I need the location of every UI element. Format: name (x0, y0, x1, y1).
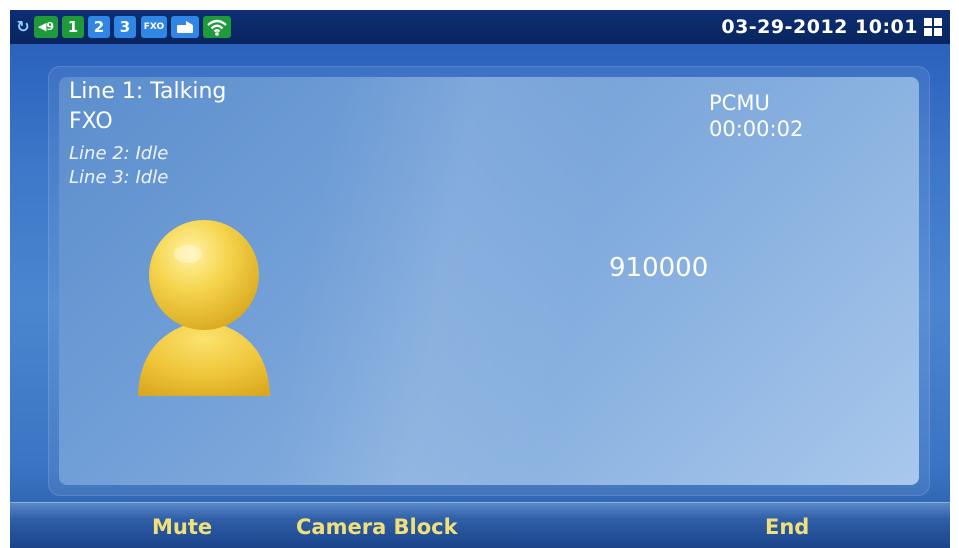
volume-icon: ◀9 (34, 16, 58, 38)
line-3-status: Line 3: Idle (69, 167, 169, 188)
codec-label: PCMU (709, 91, 770, 115)
mute-button[interactable]: Mute (152, 513, 212, 541)
line-3-indicator[interactable]: 3 (114, 16, 136, 38)
sync-icon: ↻ (16, 17, 30, 36)
end-call-button[interactable]: End (765, 513, 809, 541)
call-panel: Line 1: Talking FXO Line 2: Idle Line 3:… (48, 66, 930, 496)
camera-icon (171, 16, 199, 38)
call-panel-content: Line 1: Talking FXO Line 2: Idle Line 3:… (59, 77, 919, 485)
line-2-status: Line 2: Idle (69, 143, 169, 164)
call-duration: 00:00:02 (709, 117, 804, 141)
network-icon (924, 18, 942, 36)
wifi-icon (203, 16, 231, 38)
datetime-display: 03-29-2012 10:01 (721, 16, 918, 38)
fxo-icon: FXO (141, 16, 167, 38)
camera-block-button[interactable]: Camera Block (296, 513, 458, 541)
status-bar: ↻ ◀9 1 2 3 FXO 03-29-2012 10:01 (10, 10, 950, 44)
dialed-number: 910000 (609, 253, 709, 283)
phone-screen: ↻ ◀9 1 2 3 FXO 03-29-2012 10:01 Line 1: … (10, 10, 950, 548)
softkey-bar: Mute Camera Block End (10, 502, 950, 548)
line-1-type: FXO (69, 109, 113, 134)
line-2-indicator[interactable]: 2 (88, 16, 110, 38)
contact-avatar-icon (136, 220, 272, 396)
line-1-status: Line 1: Talking (69, 79, 227, 104)
line-1-indicator[interactable]: 1 (62, 16, 84, 38)
